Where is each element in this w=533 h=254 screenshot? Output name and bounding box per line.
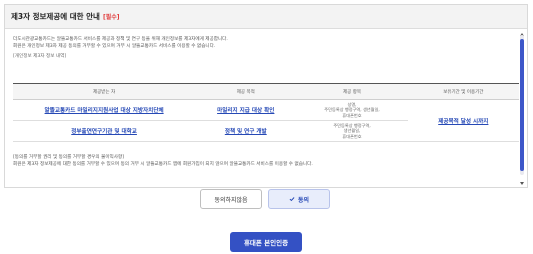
scroll-down-arrow-icon[interactable] — [520, 182, 524, 185]
item-line: 휴대폰번호 — [342, 133, 362, 139]
notice-line-1: [동의를 거부할 권리 및 동의를 거부할 경우의 불이익사항] — [13, 155, 125, 160]
retention-cell: 제공목적 달성 시까지 — [407, 99, 519, 142]
notice-line-2: 회원은 제3자 정보제공에 대한 동의를 거부할 수 있으며 동의 거부 시 알… — [13, 162, 313, 167]
agree-button-label: 동의 — [297, 196, 310, 204]
intro-line-2: 회원은 개인정보 제3자 제공 동의를 거부할 수 있으며 거부 시 알뜰교통카… — [13, 44, 216, 49]
consent-scroll-area[interactable]: 더도시관광교통카드는 알뜰교통카드 서비스를 제공과 정책 및 연구 등을 위해… — [5, 30, 529, 188]
table-header-row: 제공받는 자 제공 목적 제공 항목 보유기간 및 이용기간 — [13, 83, 519, 100]
refusal-notice: [동의를 거부할 권리 및 동의를 거부할 경우의 불이익사항] 회원은 제3자… — [13, 154, 519, 168]
header-retention: 보유기간 및 이용기간 — [407, 83, 519, 100]
intro-line-1: 더도시관광교통카드는 알뜰교통카드 서비스를 제공과 정책 및 연구 등을 위해… — [13, 37, 228, 42]
header-recipient: 제공받는 자 — [13, 83, 196, 100]
panel-header: 제3자 정보제공에 대한 안내 [필수] — [5, 5, 527, 29]
recipient-cell: 정부출연연구기관 및 대학교 — [13, 120, 196, 142]
agree-button[interactable]: 동의 — [268, 189, 330, 209]
intro-text: 더도시관광교통카드는 알뜰교통카드 서비스를 제공과 정책 및 연구 등을 위해… — [13, 36, 519, 60]
phone-verification-button[interactable]: 휴대폰 본인인증 — [230, 232, 302, 252]
scrollbar-thumb[interactable] — [520, 39, 524, 171]
recipient-cell: 알뜰교통카드 마일리지지원사업 대상 지방자치단체 — [13, 99, 196, 121]
item-line: 휴대폰번호 — [342, 112, 362, 118]
header-purpose: 제공 목적 — [195, 83, 297, 100]
header-items: 제공 항목 — [296, 83, 408, 100]
purpose-cell: 마일리지 지급 대상 확인 — [195, 99, 297, 121]
table-row: 알뜰교통카드 마일리지지원사업 대상 지방자치단체 마일리지 지급 대상 확인 … — [13, 99, 519, 142]
consent-buttons: 동의하지않음 동의 — [0, 189, 533, 213]
panel-title: 제3자 정보제공에 대한 안내 — [11, 12, 100, 21]
required-badge: [필수] — [102, 14, 120, 21]
intro-line-3: [개인정보 제3자 정보 내역] — [13, 54, 67, 59]
items-cell: 주민등록상 행정구역, 생년월일, 휴대폰번호 — [296, 120, 408, 142]
third-party-consent-panel: 제3자 정보제공에 대한 안내 [필수] 더도시관광교통카드는 알뜰교통카드 서… — [4, 4, 528, 188]
purpose-cell: 정책 및 연구 개발 — [195, 120, 297, 142]
scrollbar[interactable] — [520, 35, 524, 175]
check-icon — [289, 197, 295, 202]
disagree-button[interactable]: 동의하지않음 — [200, 189, 262, 209]
third-party-table: 제공받는 자 제공 목적 제공 항목 보유기간 및 이용기간 알뜰교통카드 마일… — [13, 83, 519, 142]
items-cell: 성명, 주민등록상 행정구역, 생년월일, 휴대폰번호 — [296, 99, 408, 121]
